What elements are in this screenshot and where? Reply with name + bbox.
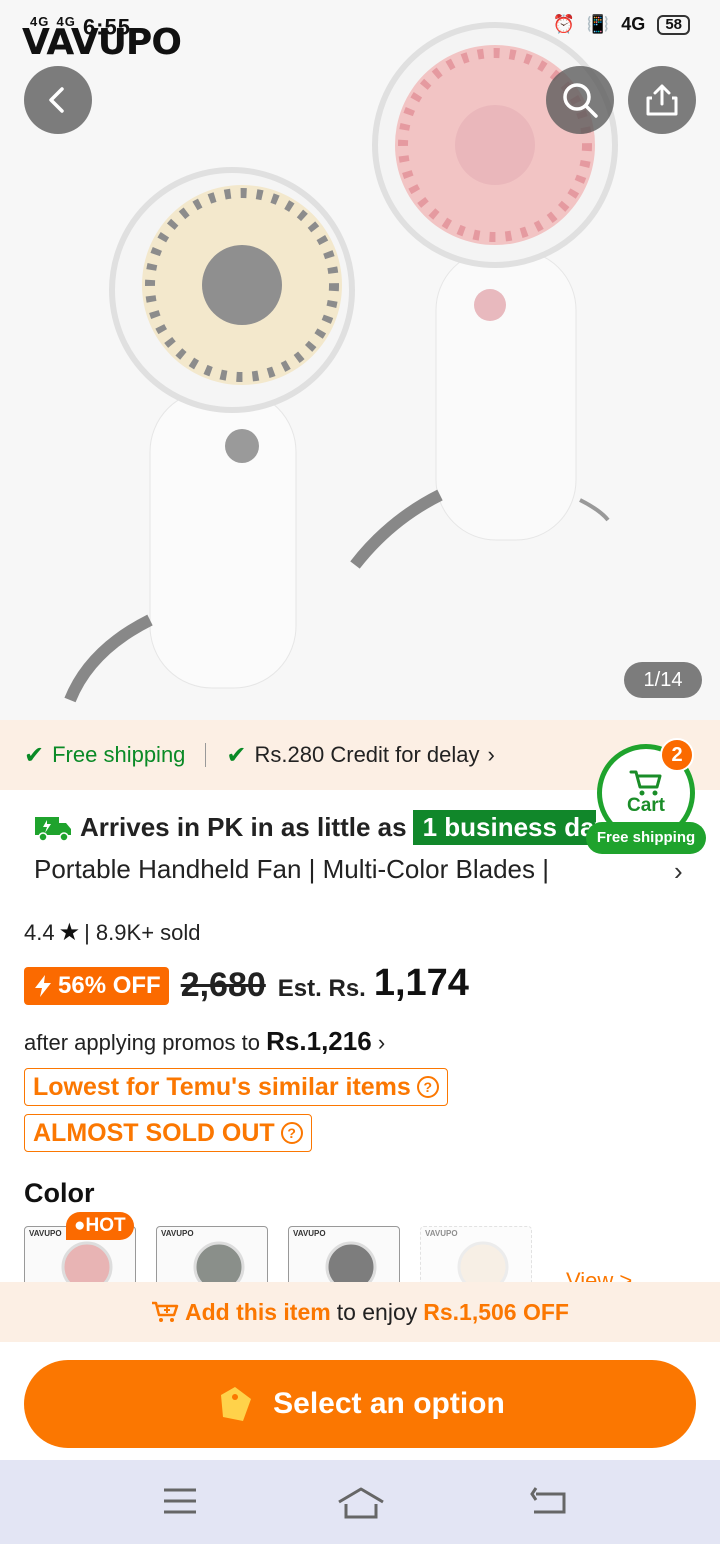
search-button[interactable] [546, 66, 614, 134]
rating-row[interactable]: 4.4 ★ | 8.9K+ sold [24, 918, 201, 947]
select-option-label: Select an option [273, 1387, 505, 1420]
color-swatch-gray[interactable]: VAVUPO [156, 1226, 268, 1282]
swatch-logo: VAVUPO [425, 1229, 458, 1238]
star-icon: ★ [58, 919, 81, 946]
truck-icon [35, 816, 71, 842]
add-item-middle: to enjoy [336, 1298, 418, 1325]
lowest-price-tag[interactable]: Lowest for Temu's similar items ? [24, 1068, 448, 1106]
delivery-highlight: 1 business day [412, 810, 596, 845]
discount-badge: 56% OFF [24, 967, 169, 1005]
promo-price: Rs.1,216 [266, 1026, 372, 1056]
divider [205, 743, 207, 767]
cart-count-badge: 2 [660, 738, 694, 772]
back-button[interactable] [24, 66, 92, 134]
original-price: 2,680 [180, 966, 266, 1004]
price-row: 56% OFF 2,680 Est. Rs. 1,174 [24, 962, 469, 1005]
select-option-button[interactable]: Select an option [24, 1360, 696, 1448]
est-label: Est. Rs. [277, 975, 366, 1002]
add-item-amount: Rs.1,506 OFF [423, 1298, 569, 1325]
view-more-link[interactable]: View > [566, 1268, 632, 1282]
add-item-promo-bar[interactable]: Add this item to enjoy Rs.1,506 OFF [0, 1282, 720, 1342]
check-icon: ✔ [24, 741, 45, 769]
color-heading: Color [24, 1178, 95, 1208]
swatch-logo: VAVUPO [161, 1229, 194, 1238]
almost-sold-out-tag[interactable]: ALMOST SOLD OUT ? [24, 1114, 312, 1152]
product-title[interactable]: Portable Handheld Fan | Multi-Color Blad… [34, 854, 694, 885]
color-swatch-gray-2[interactable]: VAVUPO [288, 1226, 400, 1282]
cart-icon [629, 770, 662, 796]
share-button[interactable] [628, 66, 696, 134]
delivery-info: Arrives in PK in as little as 1 business… [34, 810, 596, 845]
free-shipping-benefit[interactable]: ✔ Free shipping [24, 741, 185, 770]
cart-label: Cart [626, 795, 665, 816]
chevron-left-icon [49, 87, 64, 113]
swatch-logo: VAVUPO [293, 1229, 326, 1238]
back-nav-icon[interactable] [530, 1486, 568, 1516]
help-icon: ? [280, 1122, 303, 1144]
cart-free-shipping-badge: Free shipping [586, 822, 706, 854]
cart-add-icon [152, 1301, 179, 1322]
promo-row[interactable]: after applying promos to Rs.1,216 › [24, 1026, 385, 1057]
lowest-price-label: Lowest for Temu's similar items [33, 1072, 411, 1101]
sale-price: 1,174 [373, 962, 469, 1004]
product-gallery[interactable]: 4G 4G 6:55 ⏰ 📳 4G 58 VAVUPO 1/14 [0, 0, 720, 720]
image-counter: 1/14 [624, 662, 702, 698]
delivery-row: Arrives in PK in as little as 1 business… [0, 800, 596, 850]
almost-sold-out-label: ALMOST SOLD OUT [33, 1118, 275, 1147]
status-right: ⏰ 📳 4G 58 [552, 14, 690, 35]
rating-value: 4.4 [24, 919, 55, 945]
alarm-icon: ⏰ [552, 14, 575, 34]
hot-badge: ●HOT [66, 1212, 134, 1240]
share-icon [646, 84, 678, 116]
credit-benefit[interactable]: ✔ Rs.280 Credit for delay › [226, 741, 494, 770]
price-tag-icon [221, 1387, 252, 1421]
chevron-right-icon[interactable]: › [674, 856, 683, 887]
sold-count: | 8.9K+ sold [84, 919, 201, 945]
swatch-logo: VAVUPO [29, 1229, 62, 1238]
vibrate-icon: 📳 [586, 14, 610, 34]
add-item-action: Add this item [185, 1298, 331, 1325]
hot-label: HOT [85, 1215, 126, 1236]
system-nav-bar [0, 1460, 720, 1544]
lightning-icon [35, 975, 51, 997]
search-icon [563, 83, 598, 118]
network-right: 4G [621, 14, 646, 34]
flame-icon: ● [74, 1215, 86, 1236]
color-swatches: VAVUPO ●HOT VAVUPO VAVUPO VAVUPO View > [0, 1210, 720, 1282]
battery-indicator: 58 [657, 14, 690, 35]
chevron-right-icon: › [487, 742, 495, 767]
discount-label: 56% OFF [58, 972, 161, 999]
free-shipping-label: Free shipping [52, 742, 186, 767]
credit-label: Rs.280 Credit for delay [254, 742, 480, 767]
menu-icon[interactable] [162, 1486, 198, 1516]
delivery-prefix: Arrives in PK in as little as [80, 812, 407, 842]
help-icon: ? [416, 1076, 439, 1098]
color-swatch-beige[interactable]: VAVUPO [420, 1226, 532, 1282]
brand-logo: VAVUPO [22, 22, 182, 63]
promo-prefix: after applying promos to [24, 1030, 261, 1055]
chevron-right-icon: › [377, 1030, 386, 1055]
check-icon: ✔ [226, 741, 247, 769]
home-icon[interactable] [336, 1486, 386, 1520]
